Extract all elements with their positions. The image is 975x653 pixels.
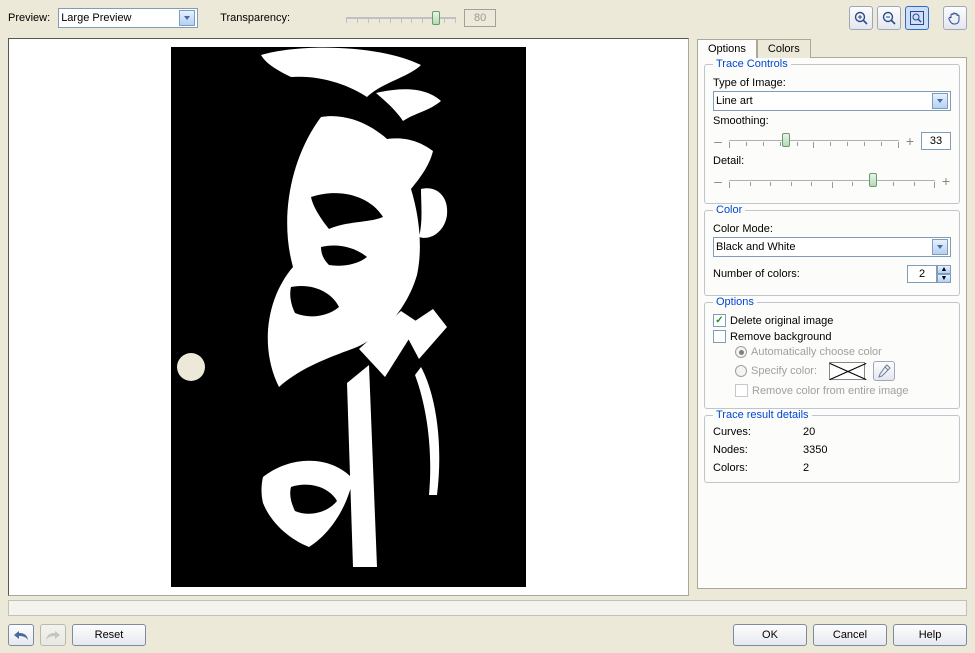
group-color: Color Color Mode: Black and White Number…: [704, 210, 960, 296]
nodes-value: 3350: [803, 444, 951, 456]
ok-button[interactable]: OK: [733, 624, 807, 646]
curves-value: 20: [803, 426, 951, 438]
num-colors-label: Number of colors:: [713, 268, 800, 280]
spin-up-icon[interactable]: ▲: [937, 265, 951, 274]
color-mode-value: Black and White: [716, 241, 795, 253]
transparency-slider: [346, 8, 456, 28]
type-of-image-dropdown[interactable]: Line art: [713, 91, 951, 111]
minus-icon: –: [713, 173, 723, 189]
preview-label: Preview:: [8, 12, 50, 24]
transparency-value: 80: [464, 9, 496, 27]
tab-colors[interactable]: Colors: [757, 39, 811, 58]
chevron-down-icon: [932, 93, 948, 109]
undo-button[interactable]: [8, 624, 34, 646]
type-of-image-label: Type of Image:: [713, 77, 951, 89]
label-specify-color: Specify color:: [751, 365, 817, 377]
color-swatch: [829, 362, 865, 380]
chevron-down-icon: [932, 239, 948, 255]
color-mode-label: Color Mode:: [713, 223, 951, 235]
detail-slider[interactable]: [729, 171, 935, 191]
tab-bar: Options Colors: [697, 38, 967, 57]
label-auto-color: Automatically choose color: [751, 346, 882, 358]
num-colors-value[interactable]: [907, 265, 937, 283]
tab-body: Trace Controls Type of Image: Line art S…: [697, 57, 967, 589]
spin-down-icon[interactable]: ▼: [937, 274, 951, 283]
bottom-bar: Reset OK Cancel Help: [0, 618, 975, 652]
color-mode-dropdown[interactable]: Black and White: [713, 237, 951, 257]
side-panel: Options Colors Trace Controls Type of Im…: [697, 38, 967, 596]
label-remove-background: Remove background: [730, 331, 832, 343]
zoom-in-button[interactable]: [849, 6, 873, 30]
type-of-image-value: Line art: [716, 95, 753, 107]
chevron-down-icon: [179, 10, 195, 26]
colors-value: 2: [803, 462, 951, 474]
zoom-out-button[interactable]: [877, 6, 901, 30]
group-trace-details: Trace result details Curves: 20 Nodes: 3…: [704, 415, 960, 483]
help-button[interactable]: Help: [893, 624, 967, 646]
plus-icon: +: [905, 133, 915, 149]
label-delete-original: Delete original image: [730, 315, 833, 327]
reset-button[interactable]: Reset: [72, 624, 146, 646]
checkbox-remove-entire: [735, 384, 748, 397]
legend-trace-controls: Trace Controls: [713, 58, 791, 70]
top-toolbar: Preview: Large Preview Transparency: 80: [0, 0, 975, 36]
minus-icon: –: [713, 133, 723, 149]
pan-hand-button[interactable]: [943, 6, 967, 30]
cancel-button[interactable]: Cancel: [813, 624, 887, 646]
tab-options[interactable]: Options: [697, 39, 757, 58]
legend-trace-details: Trace result details: [713, 409, 812, 421]
detail-label: Detail:: [713, 155, 951, 167]
group-trace-controls: Trace Controls Type of Image: Line art S…: [704, 64, 960, 204]
view-tools: [849, 6, 967, 30]
legend-options: Options: [713, 296, 757, 308]
radio-specify-color: [735, 365, 747, 377]
group-options: Options Delete original image Remove bac…: [704, 302, 960, 409]
preview-image: [171, 47, 526, 587]
preview-panel[interactable]: [8, 38, 689, 596]
num-colors-spinner[interactable]: ▲ ▼: [907, 265, 951, 283]
zoom-fit-button[interactable]: [905, 6, 929, 30]
checkbox-remove-background[interactable]: [713, 330, 726, 343]
transparency-label: Transparency:: [220, 12, 290, 24]
colors-label: Colors:: [713, 462, 803, 474]
plus-icon: +: [941, 173, 951, 189]
checkbox-delete-original[interactable]: [713, 314, 726, 327]
preview-mode-dropdown[interactable]: Large Preview: [58, 8, 198, 28]
nodes-label: Nodes:: [713, 444, 803, 456]
redo-button: [40, 624, 66, 646]
legend-color: Color: [713, 204, 745, 216]
radio-auto-color: [735, 346, 747, 358]
eyedropper-button: [873, 361, 895, 381]
smoothing-label: Smoothing:: [713, 115, 951, 127]
preview-mode-value: Large Preview: [61, 12, 131, 24]
smoothing-slider[interactable]: [729, 131, 899, 151]
main-area: Options Colors Trace Controls Type of Im…: [0, 36, 975, 598]
curves-label: Curves:: [713, 426, 803, 438]
label-remove-entire: Remove color from entire image: [752, 385, 909, 397]
horizontal-scrollbar[interactable]: [8, 600, 967, 616]
smoothing-value[interactable]: 33: [921, 132, 951, 150]
